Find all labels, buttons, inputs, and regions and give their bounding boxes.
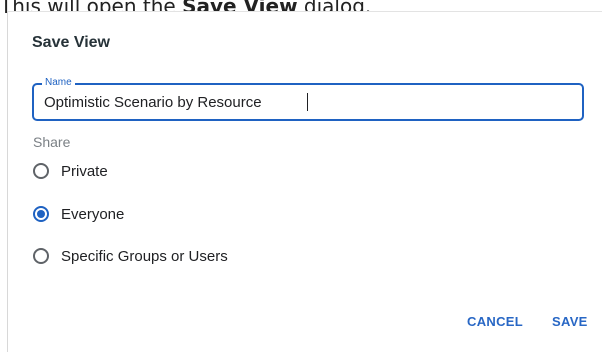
- radio-button-specific[interactable]: [33, 248, 49, 264]
- name-field[interactable]: Name: [32, 77, 584, 121]
- share-label: Share: [33, 134, 71, 150]
- radio-option-private[interactable]: Private: [33, 159, 353, 183]
- text-cursor: [307, 93, 308, 111]
- radio-label-everyone: Everyone: [61, 205, 125, 223]
- cancel-button[interactable]: CANCEL: [467, 314, 523, 329]
- name-input[interactable]: [44, 85, 564, 119]
- save-button[interactable]: SAVE: [552, 314, 588, 329]
- radio-button-private[interactable]: [33, 163, 49, 179]
- radio-option-specific[interactable]: Specific Groups or Users: [33, 244, 353, 268]
- dialog-title: Save View: [32, 34, 110, 51]
- radio-label-private: Private: [61, 162, 108, 180]
- radio-option-everyone[interactable]: Everyone: [33, 202, 353, 226]
- radio-button-everyone[interactable]: [33, 206, 49, 222]
- save-view-dialog: Save View Name Share Private Everyone Sp…: [7, 11, 602, 352]
- radio-label-specific: Specific Groups or Users: [61, 247, 228, 265]
